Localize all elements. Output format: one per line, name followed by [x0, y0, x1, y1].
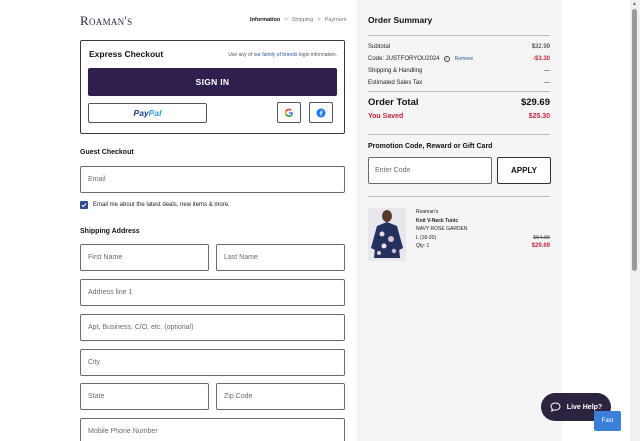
sales-tax-value: —: [544, 80, 550, 86]
subtotal-row: Subtotal $32.99: [368, 44, 550, 50]
address-line2-field[interactable]: Apt, Business, C/O, etc. (optional): [80, 314, 345, 341]
breadcrumb-separator: >: [284, 17, 288, 23]
optin-checkbox[interactable]: [80, 201, 88, 209]
breadcrumb: Information > Shipping > Payment: [250, 17, 346, 23]
sign-in-button[interactable]: SIGN IN: [88, 68, 337, 96]
promo-code-title: Promotion Code, Reward or Gift Card: [368, 143, 493, 150]
scrollbar-thumb[interactable]: [632, 9, 637, 271]
shipping-address-title: Shipping Address: [80, 228, 140, 235]
breadcrumb-information: Information: [250, 17, 281, 23]
google-icon: [284, 108, 293, 117]
breadcrumb-shipping: Shipping: [291, 17, 314, 23]
summary-divider: [368, 35, 550, 36]
paypal-pay-text: Pay: [133, 108, 149, 118]
apply-button[interactable]: APPLY: [497, 157, 551, 184]
checkmark-icon: [81, 203, 87, 208]
product-image[interactable]: [368, 208, 406, 261]
you-saved-label: You Saved: [368, 113, 404, 120]
promo-code-label: Code: JUSTFORYOU2024: [368, 56, 440, 62]
hint-suffix: login information.: [297, 52, 337, 58]
product-brand: Roaman's: [416, 209, 439, 215]
promo-code-row: Code: JUSTFORYOU2024 i Remove -$3.30: [368, 56, 550, 62]
order-total-row: Order Total $29.69: [368, 97, 550, 108]
brand-logo[interactable]: Roaman's: [80, 13, 132, 29]
live-help-label: Live Help?: [566, 403, 603, 411]
express-checkout-title: Express Checkout: [89, 49, 164, 59]
first-name-field[interactable]: First Name: [80, 244, 209, 271]
family-of-brands-link[interactable]: our family of brands: [254, 52, 298, 58]
city-field[interactable]: City: [80, 349, 345, 376]
scroll-up-arrow-icon[interactable]: ▲: [632, 1, 637, 7]
you-saved-value: $25.30: [528, 113, 550, 120]
product-original-price: $54.99: [533, 235, 550, 241]
you-saved-row: You Saved $25.30: [368, 113, 550, 120]
summary-divider: [368, 196, 550, 197]
paypal-button[interactable]: Pay Pal: [88, 103, 207, 123]
express-checkout-box: Express Checkout Use any of our family o…: [80, 40, 345, 134]
page-scrollbar[interactable]: ▲: [630, 0, 640, 441]
sales-tax-row: Estimated Sales Tax —: [368, 80, 550, 86]
summary-divider: [368, 134, 550, 135]
paypal-pal-text: Pal: [148, 108, 162, 118]
product-name[interactable]: Knit V-Neck Tunic: [416, 218, 458, 224]
product-size: L (18-20): [416, 235, 437, 241]
product-sale-price: $29.69: [531, 243, 550, 249]
google-login-button[interactable]: [277, 102, 301, 123]
order-summary-title: Order Summary: [368, 15, 433, 25]
address-line1-field[interactable]: Address line 1: [80, 279, 345, 306]
product-color: NAVY ROSE GARDEN: [416, 226, 468, 232]
breadcrumb-payment: Payment: [324, 17, 347, 23]
hint-prefix: Use any of: [228, 52, 254, 58]
facebook-login-button[interactable]: [309, 102, 333, 123]
email-optin[interactable]: Email me about the latest deals, new ite…: [80, 201, 230, 209]
summary-divider: [368, 91, 550, 92]
chat-bubble-icon: [550, 402, 561, 412]
promo-code-input[interactable]: Enter Code: [368, 157, 492, 184]
express-checkout-hint: Use any of our family of brands login in…: [228, 52, 337, 58]
email-field[interactable]: Email: [80, 166, 345, 193]
sales-tax-label: Estimated Sales Tax: [368, 80, 423, 86]
remove-code-link[interactable]: Remove: [455, 56, 474, 62]
shipping-handling-label: Shipping & Handling: [368, 68, 423, 74]
fast-button[interactable]: Fast: [594, 411, 621, 431]
order-total-label: Order Total: [368, 97, 419, 108]
shipping-handling-value: —: [544, 68, 550, 74]
info-icon[interactable]: i: [443, 56, 450, 62]
last-name-field[interactable]: Last Name: [216, 244, 345, 271]
subtotal-value: $32.99: [531, 44, 550, 50]
state-field[interactable]: State: [80, 383, 209, 410]
facebook-icon: [316, 108, 326, 117]
zip-code-field[interactable]: Zip Code: [216, 383, 345, 410]
order-total-value: $29.69: [520, 97, 550, 108]
guest-checkout-title: Guest Checkout: [80, 149, 134, 156]
breadcrumb-separator: >: [317, 17, 321, 23]
mobile-phone-field[interactable]: Mobile Phone Number: [80, 418, 345, 441]
shipping-handling-row: Shipping & Handling —: [368, 68, 550, 74]
subtotal-label: Subtotal: [368, 44, 391, 50]
promo-code-discount: -$3.30: [532, 56, 550, 62]
product-qty: Qty: 1: [416, 243, 430, 249]
optin-label: Email me about the latest deals, new ite…: [93, 202, 230, 208]
